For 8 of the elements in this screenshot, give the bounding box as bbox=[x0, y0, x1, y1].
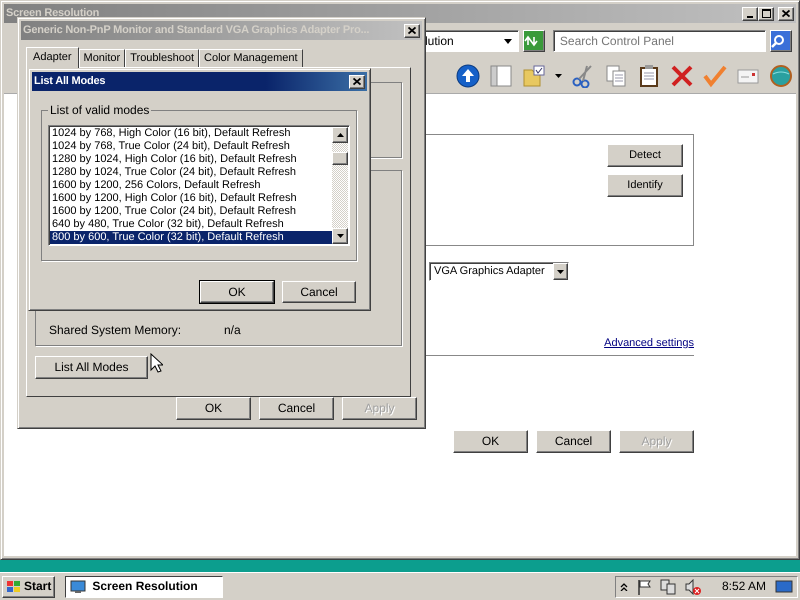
clock: 8:52 AM bbox=[722, 579, 766, 594]
dropdown-text: VGA Graphics Adapter bbox=[433, 264, 545, 278]
group-label: List of valid modes bbox=[48, 103, 152, 118]
info-label: Shared System Memory: bbox=[49, 322, 182, 338]
address-text: lution bbox=[425, 34, 454, 48]
window-title: Screen Resolution bbox=[6, 6, 100, 20]
window-title: List All Modes bbox=[34, 74, 106, 88]
info-value: n/a bbox=[224, 322, 241, 338]
